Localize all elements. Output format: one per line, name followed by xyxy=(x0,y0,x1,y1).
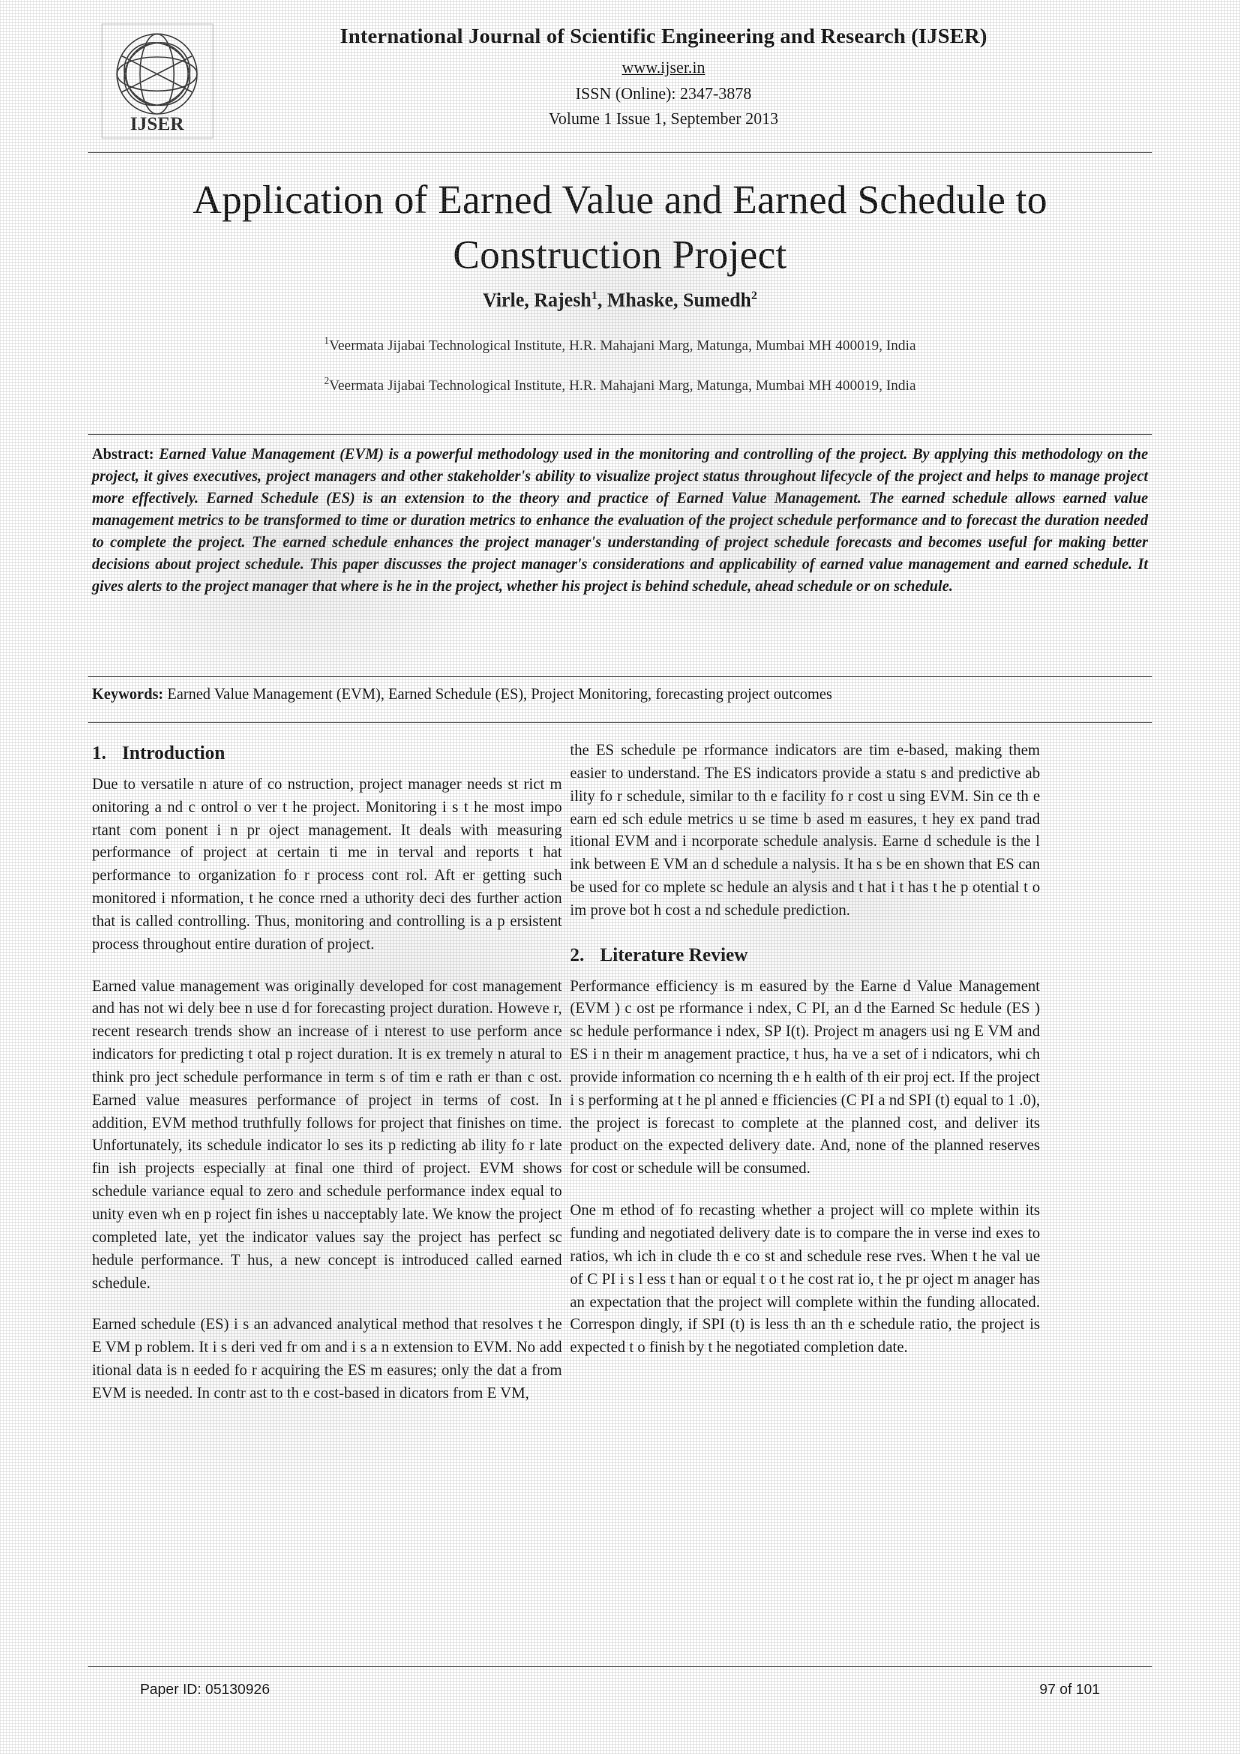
keywords-text: Earned Value Management (EVM), Earned Sc… xyxy=(167,686,833,703)
journal-issn: ISSN (Online): 2347-3878 xyxy=(575,83,752,103)
header-divider xyxy=(88,152,1152,153)
section-title-literature-review: Literature Review xyxy=(600,944,748,966)
journal-page: IJSER International Journal of Scientifi… xyxy=(0,0,1240,1754)
paper-id: Paper ID: 05130926 xyxy=(140,1682,270,1698)
column-right: the ES schedule pe rformance indicators … xyxy=(570,740,1040,1379)
author-list: Virle, Rajesh1, Mhaske, Sumedh2 xyxy=(482,288,758,312)
page-footer: Paper ID: 05130926 97 of 101 xyxy=(140,1682,1100,1698)
abstract-bottom-divider xyxy=(88,676,1152,677)
abstract-text: Earned Value Management (EVM) is a power… xyxy=(92,446,1148,596)
keywords-bottom-divider xyxy=(88,722,1152,723)
literature-paragraph-2: One m ethod of fo recasting whether a pr… xyxy=(570,1202,1040,1357)
section-heading-literature-review: 2. Literature Review xyxy=(570,942,1040,970)
affiliation-2: 2Veermata Jijabai Technological Institut… xyxy=(100,376,1140,395)
author-2-name: Mhaske, Sumedh xyxy=(607,290,752,312)
author-2-affiliation-marker: 2 xyxy=(751,288,758,302)
keywords: Keywords: Earned Value Management (EVM),… xyxy=(92,684,1148,705)
affiliation-1: 1Veermata Jijabai Technological Institut… xyxy=(100,336,1140,355)
keywords-label: Keywords: xyxy=(92,686,164,703)
affiliation-2-text: Veermata Jijabai Technological Institute… xyxy=(329,377,916,394)
column-left: 1. Introduction Due to versatile n ature… xyxy=(92,740,562,1425)
section-number-1: 1. xyxy=(92,743,107,764)
intro-paragraph-3: Earned schedule (ES) i s an advanced ana… xyxy=(92,1316,562,1402)
abstract-label: Abstract: xyxy=(92,446,155,463)
ijser-logo-text: IJSER xyxy=(130,114,184,135)
journal-url[interactable]: www.ijser.in xyxy=(215,56,1112,81)
author-1-name: Virle, Rajesh xyxy=(482,290,592,312)
ijser-logo: IJSER xyxy=(100,22,215,140)
author-1-affiliation-marker: 1 xyxy=(591,288,598,302)
affiliation-1-text: Veermata Jijabai Technological Institute… xyxy=(329,337,916,354)
abstract: Abstract: Earned Value Management (EVM) … xyxy=(92,444,1148,598)
page-title: Application of Earned Value and Earned S… xyxy=(192,177,1048,278)
intro-paragraph-1: Due to versatile n ature of co nstructio… xyxy=(92,775,562,953)
intro-continuation-paragraph: the ES schedule pe rformance indicators … xyxy=(570,742,1040,919)
intro-paragraph-2: Earned value management was originally d… xyxy=(92,977,562,1292)
literature-paragraph-1: Performance efficiency is m easured by t… xyxy=(570,977,1040,1178)
section-title-introduction: Introduction xyxy=(122,743,226,764)
section-number-2: 2. xyxy=(570,944,585,966)
masthead: IJSER International Journal of Scientifi… xyxy=(88,22,1152,140)
journal-volume-issue: Volume 1 Issue 1, September 2013 xyxy=(548,109,779,129)
abstract-top-divider xyxy=(88,434,1152,435)
footer-divider xyxy=(88,1666,1152,1667)
journal-title: International Journal of Scientific Engi… xyxy=(339,24,988,48)
page-number: 97 of 101 xyxy=(1039,1682,1100,1698)
section-heading-introduction: 1. Introduction xyxy=(92,740,562,768)
